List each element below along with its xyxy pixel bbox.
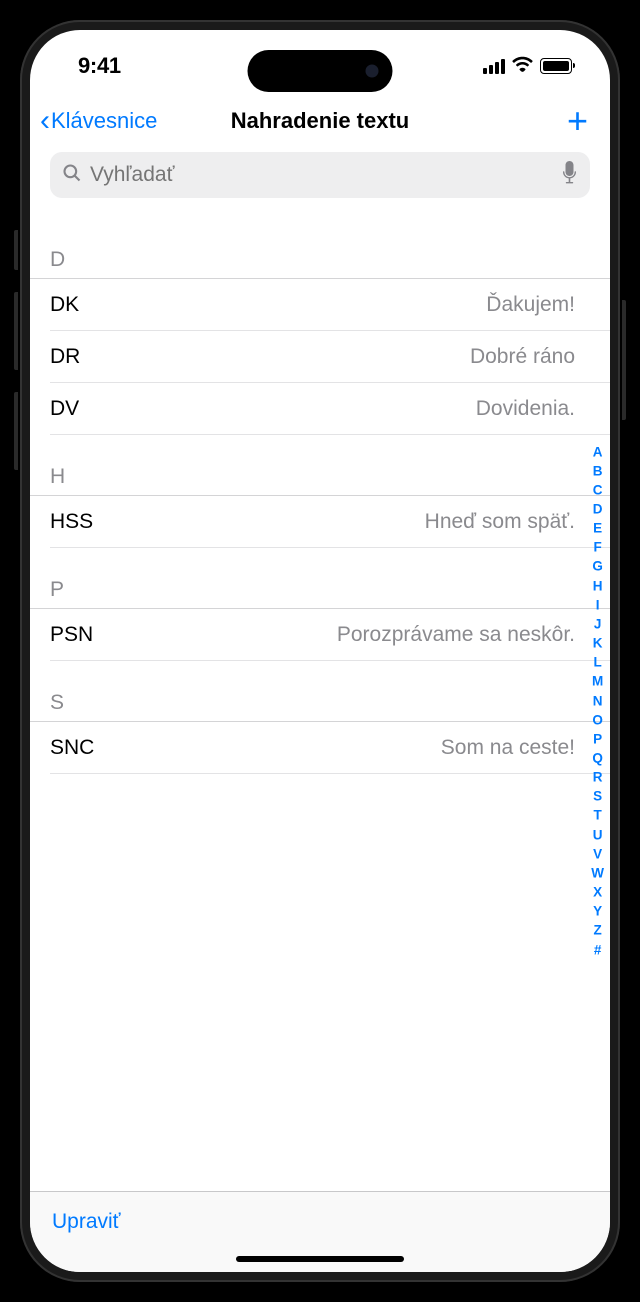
back-label: Klávesnice xyxy=(51,108,157,134)
index-letter[interactable]: E xyxy=(593,519,602,538)
edit-button[interactable]: Upraviť xyxy=(52,1210,121,1233)
shortcut-phrase: Dobré ráno xyxy=(470,345,575,369)
index-letter[interactable]: N xyxy=(593,691,603,710)
navigation-bar: ‹ Klávesnice Nahradenie textu + xyxy=(30,92,610,150)
index-letter[interactable]: W xyxy=(591,863,604,882)
index-letter[interactable]: # xyxy=(594,940,602,959)
status-icons xyxy=(483,56,572,77)
section-header: D xyxy=(30,210,610,279)
list-item[interactable]: DR Dobré ráno xyxy=(30,331,610,383)
list-item[interactable]: PSN Porozprávame sa neskôr. xyxy=(30,609,610,661)
shortcut-key: DV xyxy=(50,397,79,421)
add-button[interactable]: + xyxy=(567,108,588,133)
shortcut-key: SNC xyxy=(50,736,94,760)
shortcut-phrase: Dovidenia. xyxy=(476,397,575,421)
index-letter[interactable]: S xyxy=(593,787,602,806)
list-item[interactable]: DK Ďakujem! xyxy=(30,279,610,331)
search-icon xyxy=(62,163,82,188)
shortcut-key: DK xyxy=(50,293,79,317)
index-letter[interactable]: G xyxy=(592,557,603,576)
shortcut-phrase: Hneď som späť. xyxy=(425,510,575,534)
index-letter[interactable]: Y xyxy=(593,902,602,921)
shortcut-phrase: Som na ceste! xyxy=(441,736,575,760)
section-header: P xyxy=(30,548,610,609)
index-letter[interactable]: I xyxy=(596,595,600,614)
index-letter[interactable]: D xyxy=(593,499,603,518)
chevron-left-icon: ‹ xyxy=(40,106,50,136)
index-letter[interactable]: B xyxy=(593,461,603,480)
index-letter[interactable]: R xyxy=(593,768,603,787)
index-letter[interactable]: H xyxy=(593,576,603,595)
section-header: S xyxy=(30,661,610,722)
shortcut-key: PSN xyxy=(50,623,93,647)
list-item[interactable]: DV Dovidenia. xyxy=(30,383,610,435)
index-letter[interactable]: T xyxy=(594,806,602,825)
list-item[interactable]: HSS Hneď som späť. xyxy=(30,496,610,548)
list-item[interactable]: SNC Som na ceste! xyxy=(30,722,610,774)
index-letter[interactable]: M xyxy=(592,672,603,691)
index-letter[interactable]: U xyxy=(593,825,603,844)
microphone-icon[interactable] xyxy=(561,161,578,190)
index-letter[interactable]: J xyxy=(594,614,602,633)
shortcut-key: DR xyxy=(50,345,80,369)
shortcut-phrase: Ďakujem! xyxy=(486,293,575,317)
index-letter[interactable]: X xyxy=(593,882,602,901)
index-letter[interactable]: Z xyxy=(594,921,602,940)
index-letter[interactable]: K xyxy=(593,633,603,652)
back-button[interactable]: ‹ Klávesnice xyxy=(40,106,157,136)
bottom-toolbar: Upraviť xyxy=(30,1191,610,1244)
index-letter[interactable]: V xyxy=(593,844,602,863)
index-letter[interactable]: A xyxy=(593,442,603,461)
section-header: H xyxy=(30,435,610,496)
shortcut-key: HSS xyxy=(50,510,93,534)
page-title: Nahradenie textu xyxy=(231,108,410,134)
index-letter[interactable]: O xyxy=(592,710,603,729)
text-replacement-list[interactable]: DDKĎakujem!DRDobré ránoDVDovidenia.HHSSH… xyxy=(30,210,610,1191)
index-letter[interactable]: F xyxy=(594,538,602,557)
index-letter[interactable]: L xyxy=(594,653,602,672)
dynamic-island xyxy=(248,50,393,92)
index-letter[interactable]: C xyxy=(593,480,603,499)
cellular-signal-icon xyxy=(483,59,505,74)
shortcut-phrase: Porozprávame sa neskôr. xyxy=(337,623,575,647)
section-index[interactable]: ABCDEFGHIJKLMNOPQRSTUVWXYZ# xyxy=(587,438,608,963)
search-field[interactable] xyxy=(50,152,590,198)
battery-icon xyxy=(540,58,572,74)
search-input[interactable] xyxy=(90,163,553,187)
status-time: 9:41 xyxy=(78,53,121,79)
home-indicator[interactable] xyxy=(30,1244,610,1272)
index-letter[interactable]: Q xyxy=(592,748,603,767)
index-letter[interactable]: P xyxy=(593,729,602,748)
wifi-icon xyxy=(512,56,533,77)
